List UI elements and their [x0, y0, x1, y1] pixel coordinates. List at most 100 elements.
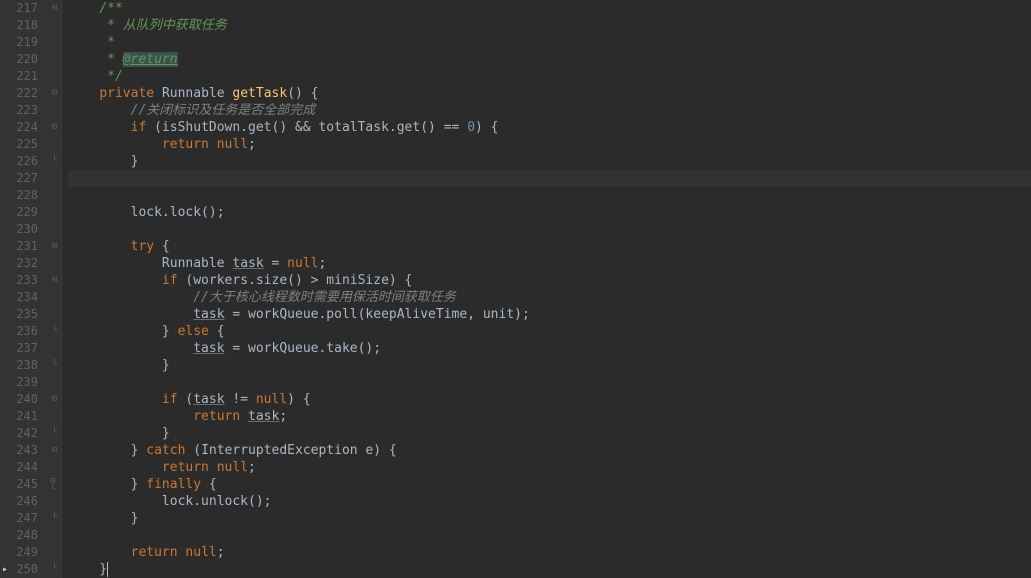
code-line[interactable]: }: [68, 561, 1031, 578]
fold-cell[interactable]: [48, 17, 61, 34]
code-line[interactable]: if (isShutDown.get() && totalTask.get() …: [68, 119, 1031, 136]
code-line[interactable]: task = workQueue.poll(keepAliveTime, uni…: [68, 306, 1031, 323]
fold-collapse-icon[interactable]: ⊟: [50, 446, 59, 455]
fold-cell[interactable]: [48, 136, 61, 153]
code-line[interactable]: * @return: [68, 51, 1031, 68]
fold-cell[interactable]: └: [48, 323, 61, 340]
line-number: 227: [0, 170, 38, 187]
fold-cell[interactable]: [48, 255, 61, 272]
code-line[interactable]: if (task != null) {: [68, 391, 1031, 408]
fold-cell[interactable]: ⊟: [48, 272, 61, 289]
code-line[interactable]: */: [68, 68, 1031, 85]
fold-cell[interactable]: [48, 374, 61, 391]
code-line[interactable]: private Runnable getTask() {: [68, 85, 1031, 102]
fold-cell[interactable]: ⊟: [48, 119, 61, 136]
fold-collapse-icon[interactable]: ⊟: [50, 4, 59, 13]
fold-cell[interactable]: └: [48, 357, 61, 374]
fold-cell[interactable]: [48, 68, 61, 85]
fold-collapse-icon[interactable]: ⊟: [50, 123, 59, 132]
code-line[interactable]: [68, 527, 1031, 544]
line-number: 224: [0, 119, 38, 136]
line-number: 217: [0, 0, 38, 17]
line-number: 234: [0, 289, 38, 306]
line-number: 226: [0, 153, 38, 170]
code-line[interactable]: * 从队列中获取任务: [68, 17, 1031, 34]
fold-cell[interactable]: [48, 34, 61, 51]
fold-cell[interactable]: ⊟: [48, 442, 61, 459]
fold-cell[interactable]: [48, 187, 61, 204]
code-line[interactable]: [68, 170, 1031, 187]
fold-cell[interactable]: └: [48, 510, 61, 527]
fold-collapse-icon[interactable]: ⊟: [50, 89, 59, 98]
code-line[interactable]: } finally {: [68, 476, 1031, 493]
fold-cell[interactable]: └▸: [48, 561, 61, 578]
code-line[interactable]: }: [68, 425, 1031, 442]
line-number: 218: [0, 17, 38, 34]
code-line[interactable]: [68, 187, 1031, 204]
line-number: 242: [0, 425, 38, 442]
code-line[interactable]: /**: [68, 0, 1031, 17]
fold-cell[interactable]: ⊟: [48, 391, 61, 408]
fold-cell[interactable]: [48, 221, 61, 238]
code-line[interactable]: task = workQueue.take();: [68, 340, 1031, 357]
fold-collapse-icon[interactable]: ⊟: [50, 276, 59, 285]
fold-cell[interactable]: ⊟: [48, 85, 61, 102]
line-number: 240: [0, 391, 38, 408]
code-line[interactable]: return task;: [68, 408, 1031, 425]
code-line[interactable]: lock.lock();: [68, 204, 1031, 221]
fold-cell[interactable]: [48, 170, 61, 187]
fold-cell[interactable]: ⊟: [48, 238, 61, 255]
code-line[interactable]: return null;: [68, 544, 1031, 561]
code-line[interactable]: *: [68, 34, 1031, 51]
code-line[interactable]: } else {: [68, 323, 1031, 340]
code-line[interactable]: } catch (InterruptedException e) {: [68, 442, 1031, 459]
fold-end-icon[interactable]: └: [50, 565, 59, 574]
code-line[interactable]: return null;: [68, 136, 1031, 153]
line-number: 245: [0, 476, 38, 493]
code-line[interactable]: [68, 221, 1031, 238]
fold-collapse-icon[interactable]: ⊟: [50, 242, 59, 251]
line-number: 228: [0, 187, 38, 204]
fold-cell[interactable]: [48, 340, 61, 357]
fold-cell[interactable]: ⊟└: [48, 476, 61, 493]
line-number: 238: [0, 357, 38, 374]
code-line[interactable]: try {: [68, 238, 1031, 255]
code-content-area[interactable]: /** * 从队列中获取任务 * * @return */ private Ru…: [62, 0, 1031, 578]
fold-end-icon[interactable]: └: [50, 157, 59, 166]
code-line[interactable]: //大于核心线程数时需要用保活时间获取任务: [68, 289, 1031, 306]
execution-pointer-icon: ▸: [2, 561, 8, 578]
fold-cell[interactable]: [48, 544, 61, 561]
fold-cell[interactable]: [48, 527, 61, 544]
fold-end-icon[interactable]: └: [50, 327, 59, 336]
line-number: 223: [0, 102, 38, 119]
code-line[interactable]: return null;: [68, 459, 1031, 476]
code-line[interactable]: [68, 374, 1031, 391]
fold-cell[interactable]: └: [48, 153, 61, 170]
fold-cell[interactable]: [48, 408, 61, 425]
code-line[interactable]: }: [68, 357, 1031, 374]
code-line[interactable]: lock.unlock();: [68, 493, 1031, 510]
line-number: 237: [0, 340, 38, 357]
code-line[interactable]: if (workers.size() > miniSize) {: [68, 272, 1031, 289]
fold-cell[interactable]: [48, 459, 61, 476]
fold-cell[interactable]: [48, 289, 61, 306]
fold-end-icon[interactable]: └: [50, 361, 59, 370]
fold-cell[interactable]: └: [48, 425, 61, 442]
line-number: 221: [0, 68, 38, 85]
code-line[interactable]: Runnable task = null;: [68, 255, 1031, 272]
fold-cell[interactable]: [48, 51, 61, 68]
fold-cell[interactable]: ⊟: [48, 0, 61, 17]
fold-cell[interactable]: [48, 493, 61, 510]
line-number: 219: [0, 34, 38, 51]
line-number: 233: [0, 272, 38, 289]
code-line[interactable]: //关闭标识及任务是否全部完成: [68, 102, 1031, 119]
fold-collapse-icon[interactable]: ⊟: [50, 395, 59, 404]
fold-cell[interactable]: [48, 306, 61, 323]
fold-end-icon[interactable]: └: [50, 429, 59, 438]
fold-end-icon[interactable]: └: [50, 514, 59, 523]
fold-gutter[interactable]: ⊟⊟⊟└⊟⊟└└⊟└⊟⊟└└└▸: [48, 0, 62, 578]
code-line[interactable]: }: [68, 510, 1031, 527]
fold-cell[interactable]: [48, 204, 61, 221]
fold-cell[interactable]: [48, 102, 61, 119]
code-line[interactable]: }: [68, 153, 1031, 170]
